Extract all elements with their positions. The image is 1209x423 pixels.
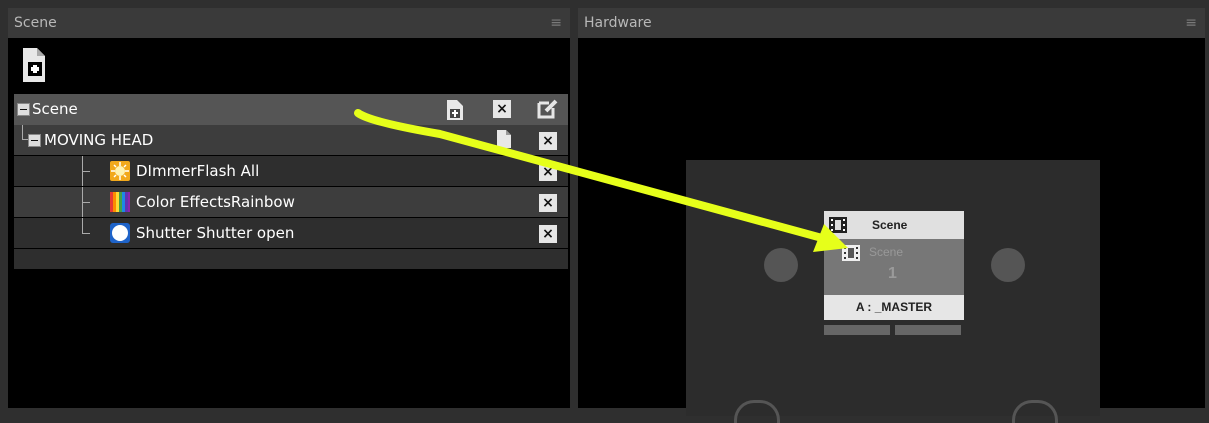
arrow-annotation bbox=[354, 109, 848, 252]
